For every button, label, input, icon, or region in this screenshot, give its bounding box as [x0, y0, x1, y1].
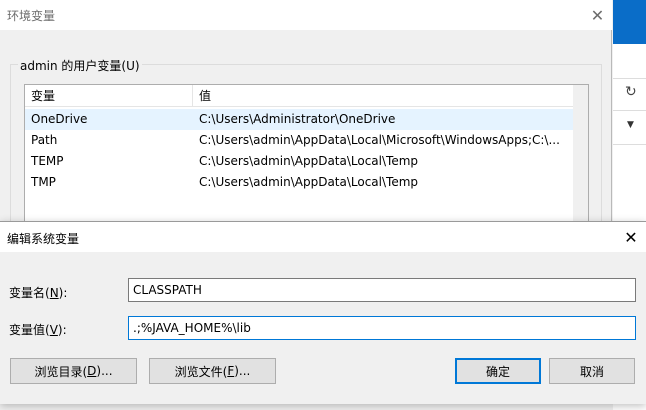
cancel-button[interactable]: 取消 [549, 358, 635, 384]
variable-value: C:\Users\Administrator\OneDrive [199, 112, 396, 126]
column-header-value[interactable]: 值 [193, 85, 573, 107]
variable-value-label: 变量值(V): [9, 323, 67, 337]
list-item[interactable]: TEMP C:\Users\admin\AppData\Local\Temp [25, 151, 573, 172]
variable-name: OneDrive [31, 112, 88, 126]
variable-value: C:\Users\admin\AppData\Local\Microsoft\W… [199, 133, 560, 147]
divider [613, 144, 646, 145]
variable-value: C:\Users\admin\AppData\Local\Temp [199, 175, 419, 189]
app-header-accent [613, 0, 646, 44]
browse-file-button[interactable]: 浏览文件(F)... [149, 358, 276, 384]
refresh-icon[interactable]: ↻ [625, 84, 637, 100]
browse-directory-button[interactable]: 浏览目录(D)... [10, 358, 137, 384]
variable-name-label: 变量名(N): [9, 286, 68, 300]
variable-name: Path [31, 133, 58, 147]
divider [613, 78, 646, 79]
list-item[interactable]: TMP C:\Users\admin\AppData\Local\Temp [25, 172, 573, 193]
variable-value: C:\Users\admin\AppData\Local\Temp [199, 154, 419, 168]
list-item[interactable]: Path C:\Users\admin\AppData\Local\Micros… [25, 130, 573, 151]
env-window-bottom [0, 404, 612, 410]
dialog-titlebar: 编辑系统变量 ✕ [0, 222, 646, 252]
variable-value-field[interactable] [128, 316, 636, 340]
variable-name-field[interactable] [128, 278, 636, 302]
ok-button[interactable]: 确定 [455, 358, 541, 384]
list-scrollbar[interactable] [573, 85, 588, 223]
close-icon[interactable]: ✕ [616, 222, 646, 252]
divider [613, 110, 646, 111]
variable-name: TEMP [31, 154, 64, 168]
user-variables-list[interactable]: 变量 值 OneDrive C:\Users\Administrator\One… [24, 84, 589, 224]
close-icon[interactable]: ✕ [583, 0, 612, 30]
column-header-variable[interactable]: 变量 [25, 85, 193, 107]
list-header: 变量 值 [25, 85, 588, 107]
edit-system-variable-dialog: 编辑系统变量 ✕ 变量名(N): 变量值(V): 浏览目录(D)... 浏览文件… [0, 221, 646, 404]
variable-name: TMP [31, 175, 56, 189]
user-variables-group-label: admin 的用户变量(U) [18, 57, 142, 74]
dialog-title: 编辑系统变量 [7, 232, 80, 246]
env-window-title: 环境变量 [7, 9, 56, 23]
list-item[interactable]: OneDrive C:\Users\Administrator\OneDrive [25, 109, 573, 130]
env-window-titlebar: 环境变量 ✕ [0, 0, 612, 30]
chevron-down-icon[interactable]: ▼ [627, 120, 634, 130]
